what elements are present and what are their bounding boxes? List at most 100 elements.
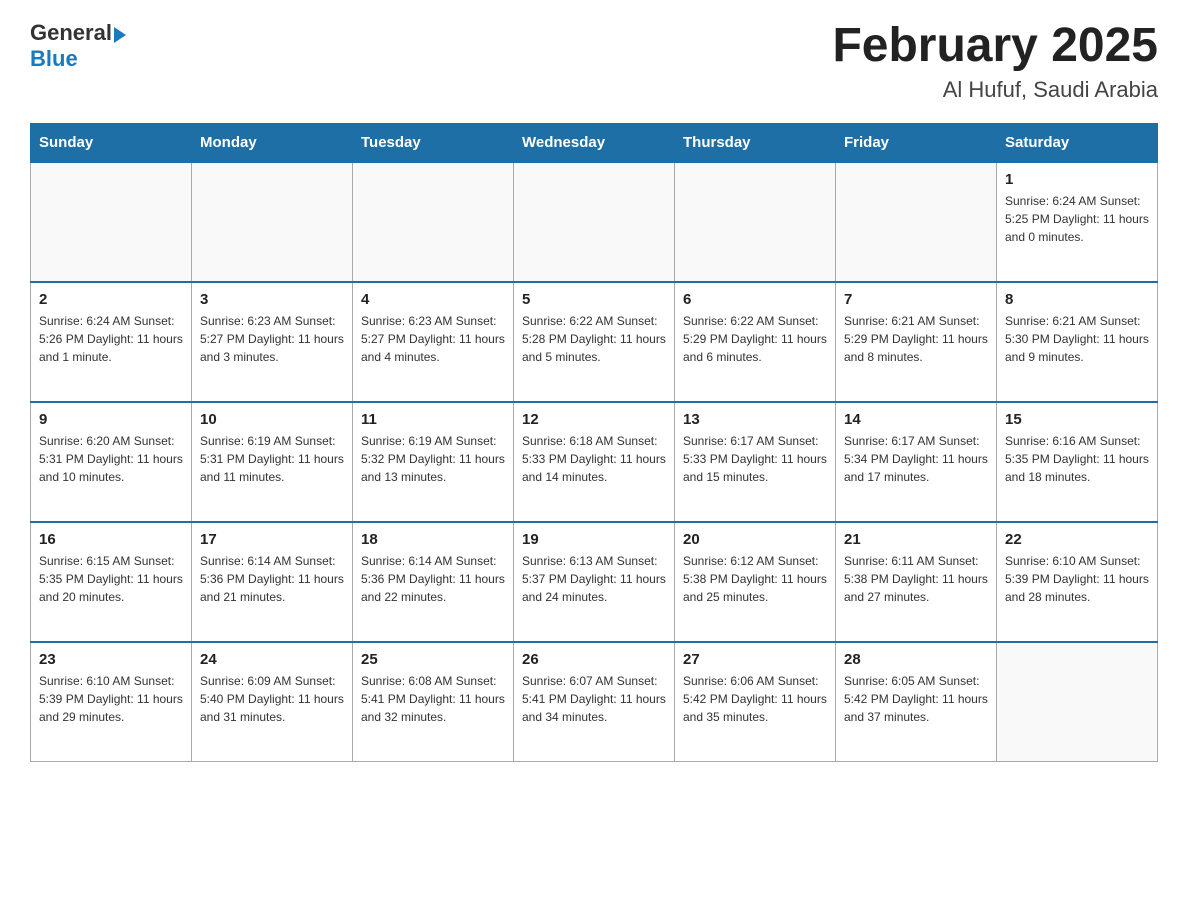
day-info: Sunrise: 6:10 AM Sunset: 5:39 PM Dayligh…	[39, 672, 183, 726]
calendar-cell: 24 Sunrise: 6:09 AM Sunset: 5:40 PM Dayli…	[192, 642, 353, 762]
day-info: Sunrise: 6:22 AM Sunset: 5:28 PM Dayligh…	[522, 312, 666, 366]
calendar-cell: 9 Sunrise: 6:20 AM Sunset: 5:31 PM Daylig…	[31, 402, 192, 522]
day-info: Sunrise: 6:24 AM Sunset: 5:25 PM Dayligh…	[1005, 192, 1149, 246]
calendar-cell: 13Sunrise: 6:17 AM Sunset: 5:33 PM Dayli…	[675, 402, 836, 522]
day-info: Sunrise: 6:20 AM Sunset: 5:31 PM Dayligh…	[39, 432, 183, 486]
day-info: Sunrise: 6:21 AM Sunset: 5:30 PM Dayligh…	[1005, 312, 1149, 366]
calendar-cell: 8 Sunrise: 6:21 AM Sunset: 5:30 PM Daylig…	[997, 282, 1158, 402]
calendar-cell: 26 Sunrise: 6:07 AM Sunset: 5:41 PM Dayli…	[514, 642, 675, 762]
day-number: 19	[522, 531, 666, 548]
day-number: 23	[39, 651, 183, 668]
calendar-cell: 17 Sunrise: 6:14 AM Sunset: 5:36 PM Dayli…	[192, 522, 353, 642]
day-number: 8	[1005, 291, 1149, 308]
calendar-cell: 23 Sunrise: 6:10 AM Sunset: 5:39 PM Dayli…	[31, 642, 192, 762]
day-number: 9	[39, 411, 183, 428]
day-info: Sunrise: 6:14 AM Sunset: 5:36 PM Dayligh…	[361, 552, 505, 606]
calendar-cell: 3 Sunrise: 6:23 AM Sunset: 5:27 PM Daylig…	[192, 282, 353, 402]
calendar-cell: 6 Sunrise: 6:22 AM Sunset: 5:29 PM Daylig…	[675, 282, 836, 402]
month-title: February 2025	[832, 20, 1158, 73]
day-number: 12	[522, 411, 666, 428]
day-info: Sunrise: 6:14 AM Sunset: 5:36 PM Dayligh…	[200, 552, 344, 606]
calendar-week-row: 23 Sunrise: 6:10 AM Sunset: 5:39 PM Dayli…	[31, 642, 1158, 762]
weekday-header-monday: Monday	[192, 123, 353, 162]
day-number: 7	[844, 291, 988, 308]
page-header: General Blue February 2025 Al Hufuf, Sau…	[30, 20, 1158, 103]
day-info: Sunrise: 6:16 AM Sunset: 5:35 PM Dayligh…	[1005, 432, 1149, 486]
calendar-cell: 14 Sunrise: 6:17 AM Sunset: 5:34 PM Dayli…	[836, 402, 997, 522]
calendar-cell: 4 Sunrise: 6:23 AM Sunset: 5:27 PM Daylig…	[353, 282, 514, 402]
day-number: 16	[39, 531, 183, 548]
calendar-cell: 25 Sunrise: 6:08 AM Sunset: 5:41 PM Dayli…	[353, 642, 514, 762]
calendar-cell: 5 Sunrise: 6:22 AM Sunset: 5:28 PM Daylig…	[514, 282, 675, 402]
day-number: 18	[361, 531, 505, 548]
calendar-cell: 12 Sunrise: 6:18 AM Sunset: 5:33 PM Dayli…	[514, 402, 675, 522]
calendar-week-row: 9 Sunrise: 6:20 AM Sunset: 5:31 PM Daylig…	[31, 402, 1158, 522]
logo-blue: Blue	[30, 46, 126, 72]
day-number: 25	[361, 651, 505, 668]
day-info: Sunrise: 6:21 AM Sunset: 5:29 PM Dayligh…	[844, 312, 988, 366]
day-number: 21	[844, 531, 988, 548]
weekday-header-wednesday: Wednesday	[514, 123, 675, 162]
day-number: 14	[844, 411, 988, 428]
calendar-cell	[997, 642, 1158, 762]
calendar-week-row: 2Sunrise: 6:24 AM Sunset: 5:26 PM Daylig…	[31, 282, 1158, 402]
day-number: 10	[200, 411, 344, 428]
calendar-cell: 22 Sunrise: 6:10 AM Sunset: 5:39 PM Dayli…	[997, 522, 1158, 642]
day-number: 22	[1005, 531, 1149, 548]
weekday-header-sunday: Sunday	[31, 123, 192, 162]
calendar-cell: 28Sunrise: 6:05 AM Sunset: 5:42 PM Dayli…	[836, 642, 997, 762]
day-info: Sunrise: 6:22 AM Sunset: 5:29 PM Dayligh…	[683, 312, 827, 366]
day-info: Sunrise: 6:13 AM Sunset: 5:37 PM Dayligh…	[522, 552, 666, 606]
calendar-cell: 11Sunrise: 6:19 AM Sunset: 5:32 PM Dayli…	[353, 402, 514, 522]
day-info: Sunrise: 6:23 AM Sunset: 5:27 PM Dayligh…	[200, 312, 344, 366]
day-number: 27	[683, 651, 827, 668]
day-number: 6	[683, 291, 827, 308]
calendar-cell: 18 Sunrise: 6:14 AM Sunset: 5:36 PM Dayli…	[353, 522, 514, 642]
day-info: Sunrise: 6:12 AM Sunset: 5:38 PM Dayligh…	[683, 552, 827, 606]
calendar-week-row: 16Sunrise: 6:15 AM Sunset: 5:35 PM Dayli…	[31, 522, 1158, 642]
calendar-cell	[836, 162, 997, 282]
day-info: Sunrise: 6:17 AM Sunset: 5:34 PM Dayligh…	[844, 432, 988, 486]
weekday-header-row: SundayMondayTuesdayWednesdayThursdayFrid…	[31, 123, 1158, 162]
day-number: 5	[522, 291, 666, 308]
day-number: 26	[522, 651, 666, 668]
title-block: February 2025 Al Hufuf, Saudi Arabia	[832, 20, 1158, 103]
weekday-header-saturday: Saturday	[997, 123, 1158, 162]
day-info: Sunrise: 6:09 AM Sunset: 5:40 PM Dayligh…	[200, 672, 344, 726]
calendar-cell: 15Sunrise: 6:16 AM Sunset: 5:35 PM Dayli…	[997, 402, 1158, 522]
day-number: 13	[683, 411, 827, 428]
day-number: 28	[844, 651, 988, 668]
weekday-header-friday: Friday	[836, 123, 997, 162]
logo-arrow-icon	[114, 27, 126, 43]
location-title: Al Hufuf, Saudi Arabia	[832, 77, 1158, 103]
calendar-cell	[675, 162, 836, 282]
calendar-cell: 1 Sunrise: 6:24 AM Sunset: 5:25 PM Daylig…	[997, 162, 1158, 282]
calendar-week-row: 1 Sunrise: 6:24 AM Sunset: 5:25 PM Daylig…	[31, 162, 1158, 282]
day-number: 1	[1005, 171, 1149, 188]
day-info: Sunrise: 6:07 AM Sunset: 5:41 PM Dayligh…	[522, 672, 666, 726]
calendar-cell	[514, 162, 675, 282]
calendar-cell: 10Sunrise: 6:19 AM Sunset: 5:31 PM Dayli…	[192, 402, 353, 522]
calendar-cell	[192, 162, 353, 282]
calendar-cell: 20 Sunrise: 6:12 AM Sunset: 5:38 PM Dayli…	[675, 522, 836, 642]
day-info: Sunrise: 6:18 AM Sunset: 5:33 PM Dayligh…	[522, 432, 666, 486]
day-number: 24	[200, 651, 344, 668]
day-number: 3	[200, 291, 344, 308]
calendar-cell: 21Sunrise: 6:11 AM Sunset: 5:38 PM Dayli…	[836, 522, 997, 642]
day-number: 20	[683, 531, 827, 548]
day-info: Sunrise: 6:10 AM Sunset: 5:39 PM Dayligh…	[1005, 552, 1149, 606]
calendar-cell: 19 Sunrise: 6:13 AM Sunset: 5:37 PM Dayli…	[514, 522, 675, 642]
calendar-cell: 27Sunrise: 6:06 AM Sunset: 5:42 PM Dayli…	[675, 642, 836, 762]
logo-general: General	[30, 20, 112, 46]
calendar-cell: 7 Sunrise: 6:21 AM Sunset: 5:29 PM Daylig…	[836, 282, 997, 402]
day-number: 2	[39, 291, 183, 308]
day-info: Sunrise: 6:23 AM Sunset: 5:27 PM Dayligh…	[361, 312, 505, 366]
day-number: 17	[200, 531, 344, 548]
logo: General Blue	[30, 20, 126, 72]
calendar-cell: 2Sunrise: 6:24 AM Sunset: 5:26 PM Daylig…	[31, 282, 192, 402]
calendar-cell	[353, 162, 514, 282]
weekday-header-tuesday: Tuesday	[353, 123, 514, 162]
day-number: 4	[361, 291, 505, 308]
day-number: 11	[361, 411, 505, 428]
day-info: Sunrise: 6:08 AM Sunset: 5:41 PM Dayligh…	[361, 672, 505, 726]
